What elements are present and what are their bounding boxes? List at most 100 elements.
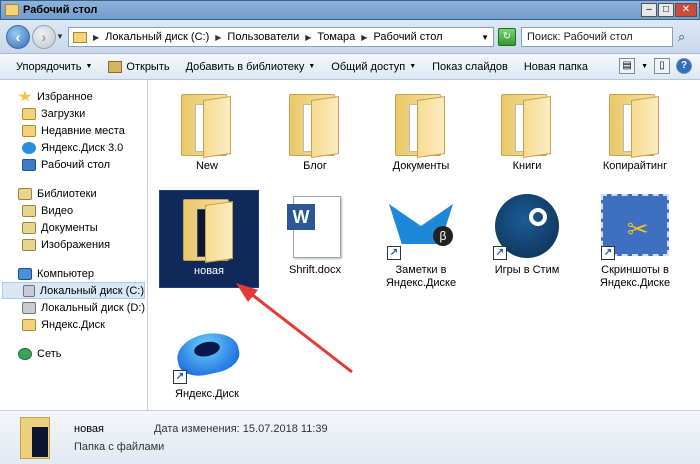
nav-favorites[interactable]: Избранное [0,88,147,105]
add-to-library-button[interactable]: Добавить в библиотеку ▼ [180,59,322,75]
nav-label: Изображения [41,238,111,251]
chevron-right-icon[interactable]: ▶ [93,33,99,42]
chevron-down-icon[interactable]: ▼ [481,33,489,42]
nav-item-recent[interactable]: Недавние места [0,122,147,139]
nav-label: Яндекс.Диск 3.0 [41,141,124,154]
file-item-steam[interactable]: ↗ Игры в Стим [477,190,577,277]
open-button[interactable]: Открыть [102,59,175,75]
nav-item-downloads[interactable]: Загрузки [0,105,147,122]
chevron-right-icon[interactable]: ▶ [215,33,221,42]
command-bar: Упорядочить ▼ Открыть Добавить в библиоте… [0,54,700,80]
nav-label: Яндекс.Диск [41,318,105,331]
address-bar: ‹ › ▼ ▶ Локальный диск (C:) ▶ Пользовате… [0,20,700,54]
chevron-right-icon[interactable]: ▶ [361,33,367,42]
breadcrumb-item[interactable]: Пользователи [227,31,299,43]
maximize-button[interactable]: □ [658,3,674,17]
downloads-icon [22,107,36,120]
refresh-button[interactable]: ↻ [498,28,516,46]
library-icon [18,187,32,200]
chevron-down-icon: ▼ [308,63,316,70]
nav-item-desktop[interactable]: Рабочий стол [0,156,147,173]
file-label: Игры в Стим [494,264,560,276]
slideshow-button[interactable]: Показ слайдов [426,59,514,75]
chevron-down-icon: ▼ [409,63,417,70]
yandex-notes-icon: β ↗ [385,190,457,262]
nav-item-drive-d[interactable]: Локальный диск (D:) [0,299,147,316]
drive-icon [22,301,36,314]
chevron-right-icon[interactable]: ▶ [305,33,311,42]
shortcut-arrow-icon: ↗ [173,370,187,384]
folder-icon [609,94,659,158]
share-label: Общий доступ [331,60,406,73]
folder-icon [20,417,54,459]
back-button[interactable]: ‹ [6,25,30,49]
search-icon[interactable]: ⌕ [678,29,694,45]
share-button[interactable]: Общий доступ ▼ [325,59,422,75]
minimize-button[interactable]: – [641,3,657,17]
file-label: Заметки в Яндекс.Диске [385,264,457,289]
organize-button[interactable]: Упорядочить ▼ [10,59,98,75]
nav-item-drive-c[interactable]: Локальный диск (C:) [2,282,145,299]
nav-label: Недавние места [41,124,125,137]
file-item-yandex-disk[interactable]: ↗ Яндекс.Диск [157,314,257,401]
nav-label: Библиотеки [37,187,97,200]
search-input[interactable]: Поиск: Рабочий стол [521,27,673,47]
nav-item-yandex-disk-3[interactable]: Яндекс.Диск 3.0 [0,139,147,156]
navigation-pane: Избранное Загрузки Недавние места Яндекс… [0,80,148,410]
breadcrumb-item[interactable]: Томара [317,31,355,43]
window-title: Рабочий стол [23,4,98,16]
steam-icon: ↗ [491,190,563,262]
shortcut-arrow-icon: ↗ [493,246,507,260]
file-label: New [195,160,218,172]
nav-label: Загрузки [41,107,86,120]
file-label: Shrift.docx [289,264,341,276]
file-item-blog[interactable]: Блог [265,86,365,173]
close-button[interactable]: ✕ [675,3,697,17]
open-label: Открыть [126,60,170,73]
preview-pane-icon[interactable]: ▯ [654,58,670,74]
add-library-label: Добавить в библиотеку [185,60,305,73]
file-label: Документы [392,160,450,172]
file-item-zametki[interactable]: β ↗ Заметки в Яндекс.Диске [371,190,471,290]
star-icon [18,90,32,102]
nav-label: Сеть [37,347,62,360]
details-pane: новая Дата изменения: 15.07.2018 11:39 П… [0,410,700,464]
chevron-down-icon: ▼ [85,63,93,70]
file-item-shrift[interactable]: W Shrift.docx [265,190,365,277]
date-value: 15.07.2018 11:39 [242,423,328,435]
nav-computer[interactable]: Компьютер [0,265,147,282]
file-label: Скриншоты в Яндекс.Диске [599,264,671,289]
history-dropdown-icon[interactable]: ▼ [56,32,64,41]
documents-library-icon [22,221,36,234]
breadcrumb-item[interactable]: Рабочий стол [373,31,442,43]
breadcrumb[interactable]: ▶ Локальный диск (C:) ▶ Пользователи ▶ Т… [68,27,494,47]
breadcrumb-item[interactable]: Локальный диск (C:) [105,31,209,43]
drive-icon [23,284,35,297]
chevron-down-icon[interactable]: ▼ [641,63,648,70]
folder-icon [395,94,445,158]
file-item-documents[interactable]: Документы [371,86,471,173]
file-item-skrinshoty[interactable]: ✂ ↗ Скриншоты в Яндекс.Диске [585,190,685,290]
file-item-books[interactable]: Книги [477,86,577,173]
nav-item-pictures[interactable]: Изображения [0,236,147,253]
nav-label: Документы [41,221,98,234]
nav-item-video[interactable]: Видео [0,202,147,219]
folder-icon [501,94,551,158]
file-item-novaya[interactable]: новая [159,190,259,288]
new-folder-button[interactable]: Новая папка [518,59,594,75]
help-icon[interactable]: ? [676,58,692,74]
details-type: Папка с файлами [74,441,165,453]
folder-icon [289,94,339,158]
forward-button[interactable]: › [32,25,56,49]
file-item-new[interactable]: New [157,86,257,173]
folder-icon [181,94,231,158]
file-label: Копирайтинг [602,160,668,172]
nav-libraries[interactable]: Библиотеки [0,185,147,202]
nav-network[interactable]: Сеть [0,345,147,362]
view-options-icon[interactable]: ▤ [619,58,636,74]
file-item-copywriting[interactable]: Копирайтинг [585,86,685,173]
nav-item-documents[interactable]: Документы [0,219,147,236]
nav-item-yandex-disk[interactable]: Яндекс.Диск [0,316,147,333]
video-library-icon [22,204,36,217]
file-list: New Блог Документы Книги Копирайтинг нов… [149,80,700,410]
